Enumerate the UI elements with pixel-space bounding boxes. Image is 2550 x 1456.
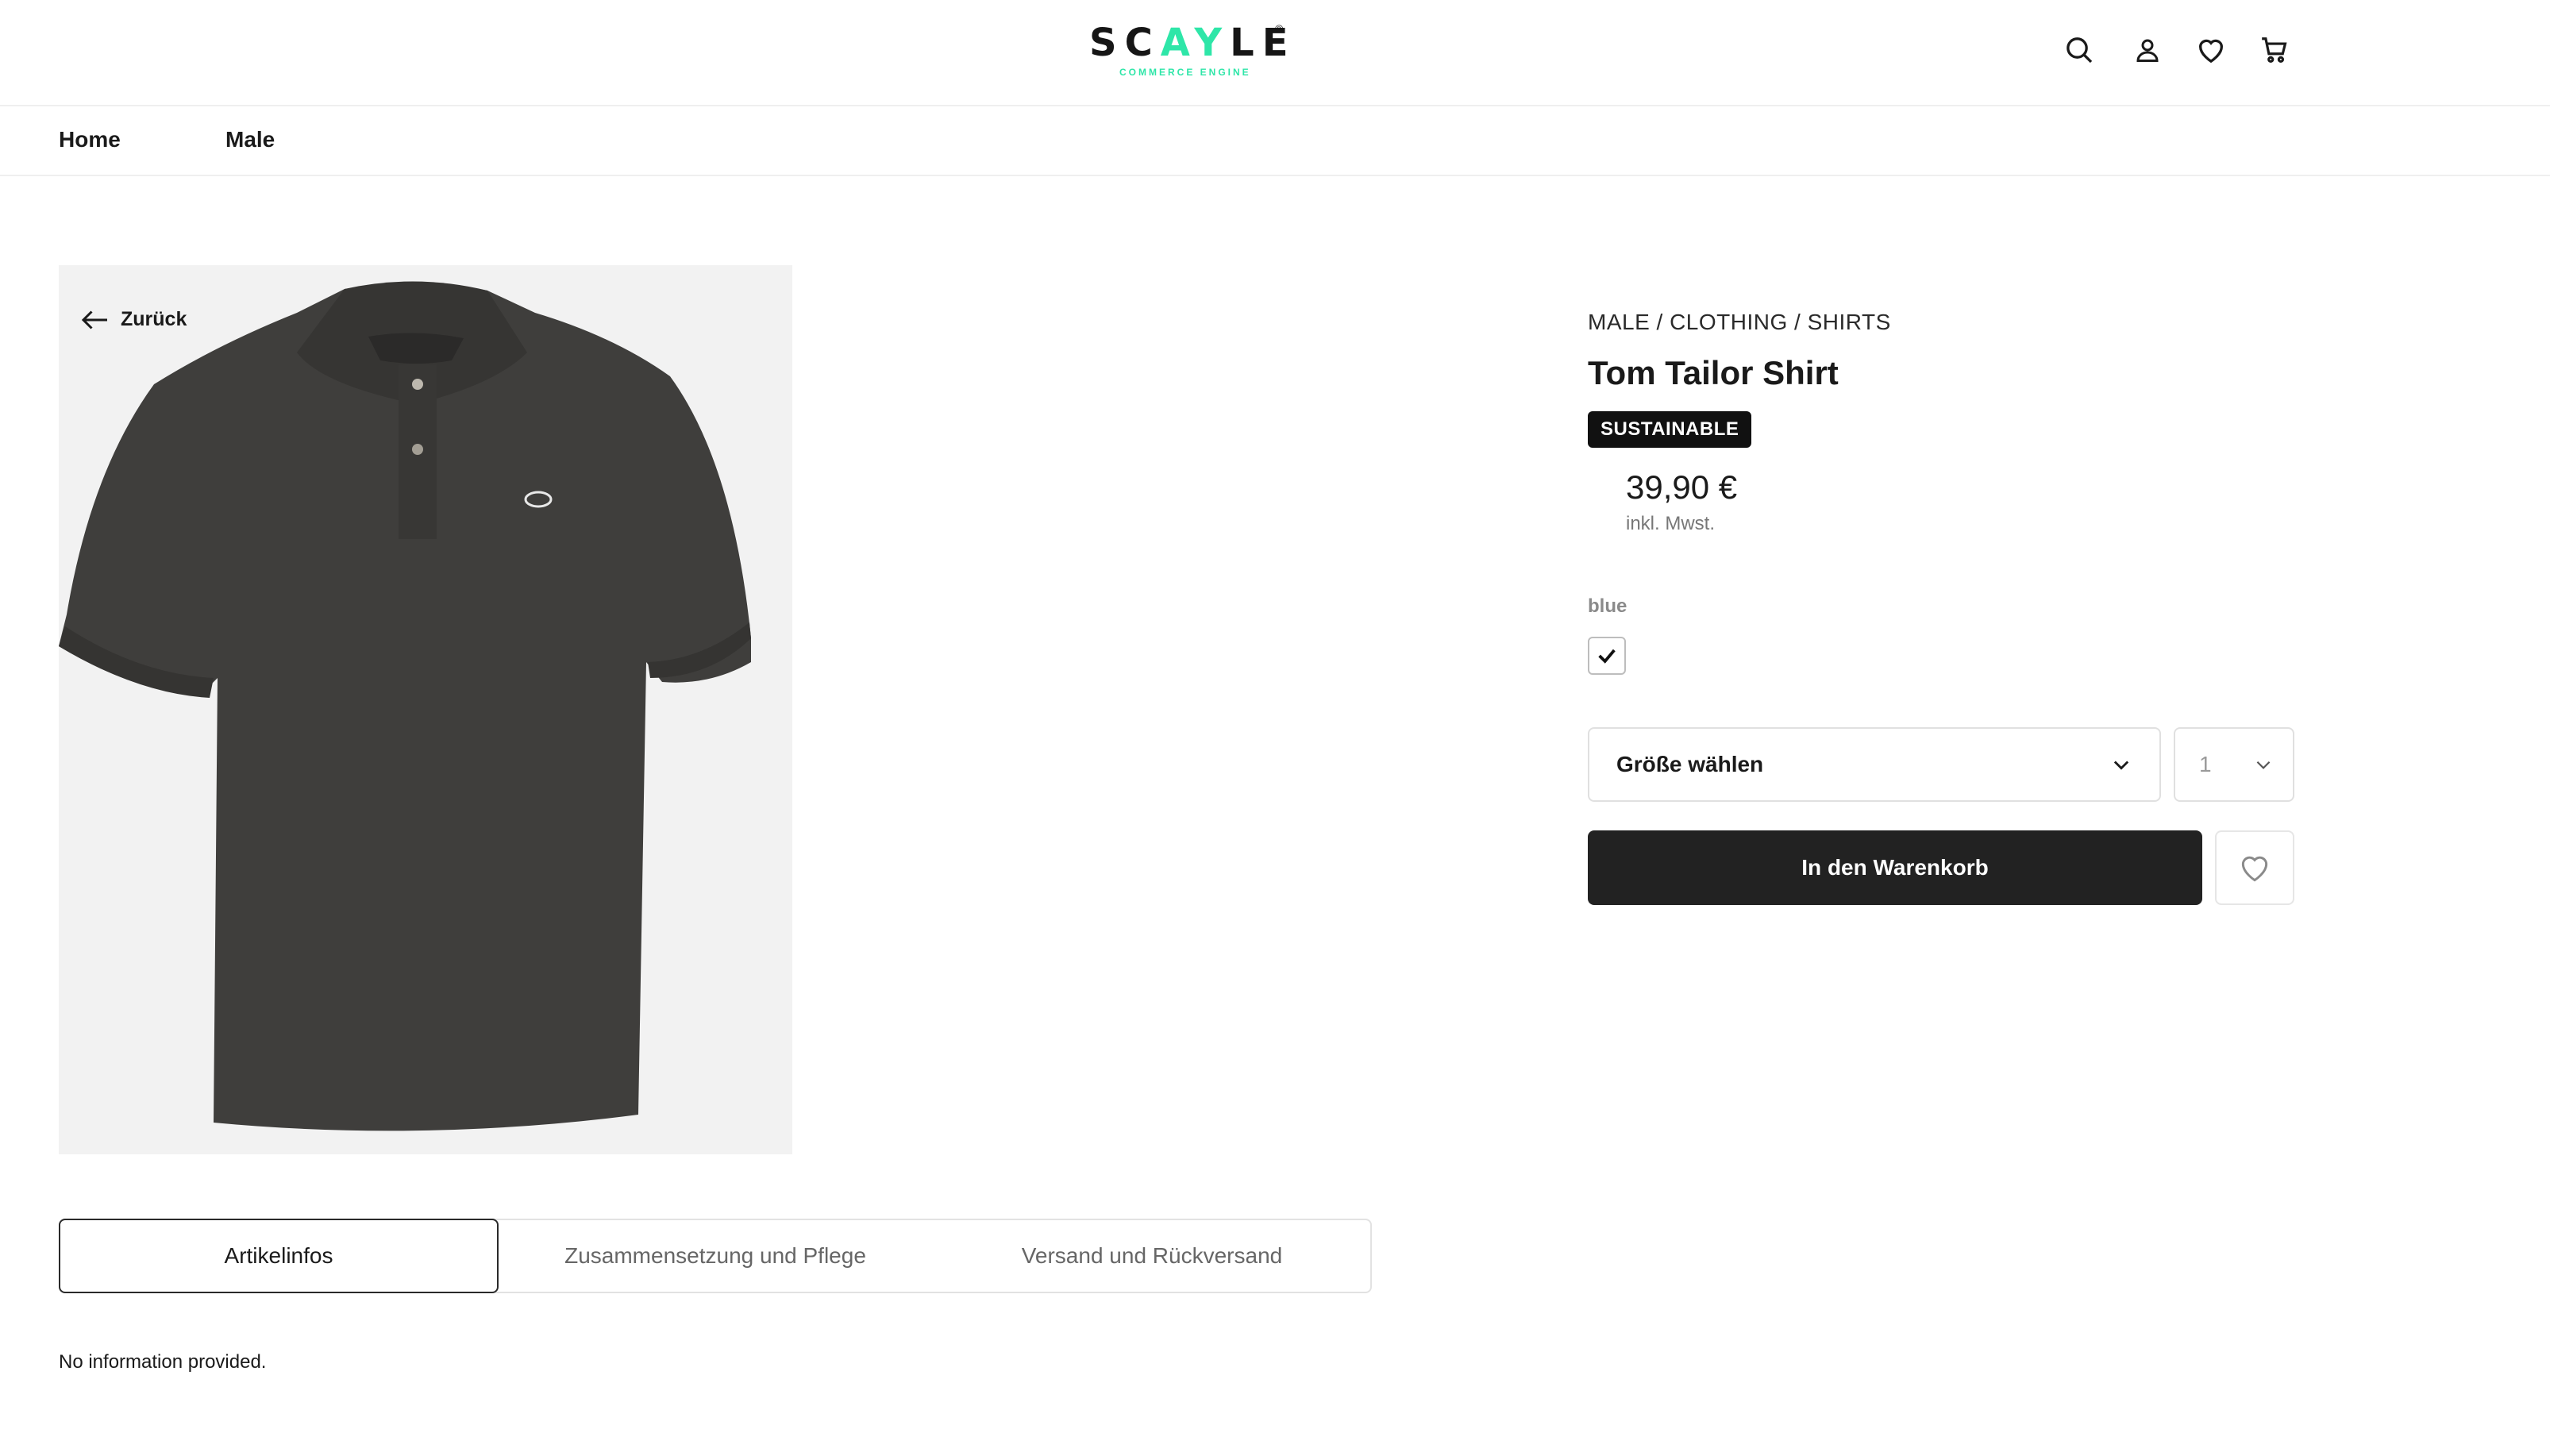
color-label: blue [1588, 595, 1627, 617]
back-link[interactable]: Zurück [81, 308, 187, 331]
product-title: Tom Tailor Shirt [1588, 354, 1839, 391]
scayle-logo[interactable]: SCAYLE ® COMMERCE ENGINE [1089, 22, 1288, 78]
tab-versand[interactable]: Versand und Rückversand [934, 1220, 1370, 1292]
main-nav: Home Male [0, 106, 2550, 176]
check-icon [1598, 649, 1616, 664]
size-select-label: Größe wählen [1616, 752, 1764, 776]
heart-icon [2241, 856, 2268, 882]
tab-zusammensetzung[interactable]: Zusammensetzung und Pflege [497, 1220, 934, 1292]
product-image[interactable]: Zurück [59, 265, 792, 1154]
quantity-value: 1 [2199, 752, 2212, 776]
cart-icon[interactable] [2256, 32, 2293, 68]
tab-content-text: No information provided. [59, 1351, 267, 1373]
user-icon[interactable] [2129, 32, 2166, 68]
site-header: SCAYLE ® COMMERCE ENGINE [0, 0, 2550, 106]
back-label: Zurück [121, 308, 187, 330]
chevron-down-icon [2256, 761, 2271, 769]
vat-note: inkl. Mwst. [1626, 513, 1716, 534]
logo-wordmark: SCAYLE [1089, 21, 1296, 65]
product-price: 39,90 € [1626, 468, 1738, 506]
arrow-left-icon [81, 310, 107, 329]
breadcrumb[interactable]: MALE / CLOTHING / SHIRTS [1588, 310, 1891, 335]
nav-item-male[interactable]: Male [225, 127, 275, 152]
chevron-down-icon [2113, 761, 2129, 770]
product-tabs: Artikelinfos Zusammensetzung und Pflege … [59, 1219, 1372, 1293]
logo-tagline: COMMERCE ENGINE [1119, 67, 1251, 78]
heart-icon[interactable] [2193, 32, 2229, 68]
color-swatch-blue[interactable] [1588, 637, 1626, 675]
polo-shirt-image [59, 281, 751, 1131]
quantity-select[interactable]: 1 [2174, 727, 2294, 802]
nav-item-home[interactable]: Home [59, 127, 121, 152]
add-to-wishlist-button[interactable] [2215, 830, 2294, 905]
search-icon[interactable] [2061, 32, 2097, 68]
logo-registered-mark: ® [1275, 22, 1284, 35]
sustainable-badge: SUSTAINABLE [1588, 411, 1752, 448]
size-select[interactable]: Größe wählen [1588, 727, 2161, 802]
tab-artikelinfos[interactable]: Artikelinfos [59, 1219, 499, 1293]
add-to-cart-button[interactable]: In den Warenkorb [1588, 830, 2202, 905]
